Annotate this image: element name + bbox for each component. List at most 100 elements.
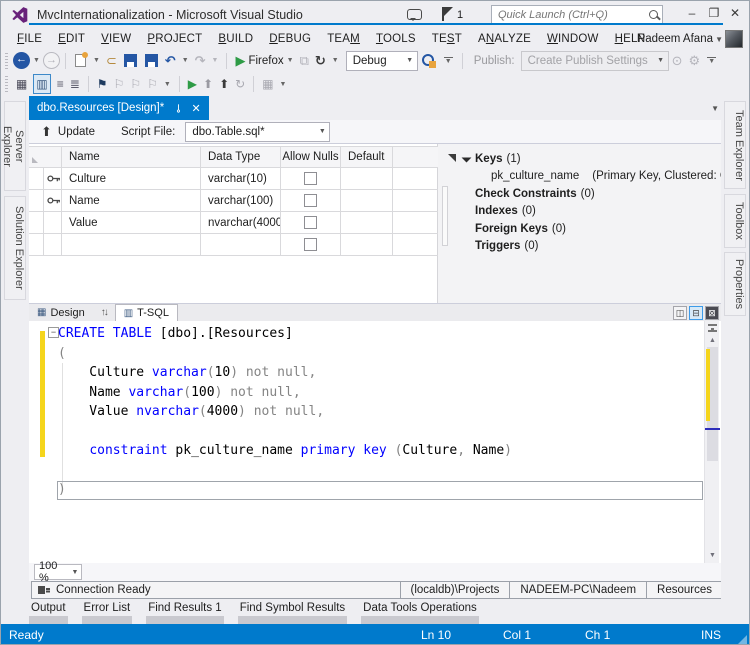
code-line[interactable] [58, 500, 703, 520]
pin-tab-icon[interactable]: ⊸ [172, 103, 185, 112]
redo-icon[interactable]: ↷ [195, 52, 206, 69]
tool-tab-output[interactable]: Output [29, 599, 68, 624]
navigate-back-button[interactable]: ← [13, 52, 30, 69]
row-selector-cell[interactable] [29, 168, 44, 190]
publish-database-icon[interactable]: ⬆ [219, 75, 229, 93]
column-name-cell[interactable]: Culture [62, 168, 201, 190]
side-tab-team-explorer[interactable]: Team Explorer [724, 101, 746, 189]
new-item-caret[interactable]: ▼ [93, 57, 100, 64]
grid-column-header[interactable]: Data Type [201, 146, 281, 168]
script-file-combo[interactable]: dbo.Table.sql*▼ [185, 122, 330, 142]
results-grid-icon[interactable]: ▦ [262, 75, 273, 93]
table-row[interactable]: Valuenvarchar(4000) [29, 212, 438, 234]
vertical-split-button[interactable]: ◫ [673, 306, 687, 320]
allow-nulls-checkbox[interactable] [304, 172, 317, 185]
undo-icon[interactable]: ↶ [165, 52, 176, 69]
column-name-cell[interactable]: Name [62, 190, 201, 212]
tab-design[interactable]: ▦ Design [29, 304, 93, 322]
row-selector-cell[interactable] [29, 234, 44, 256]
menu-build[interactable]: BUILD [210, 31, 261, 47]
default-cell[interactable] [341, 190, 393, 212]
zoom-level-combo[interactable]: 100 %▼ [34, 564, 82, 580]
tree-child-item[interactable]: pk_culture_name(Primary Key, Clustered: … [457, 168, 723, 186]
row-selector-cell[interactable] [29, 190, 44, 212]
side-tab-server-explorer[interactable]: Server Explorer [4, 101, 26, 191]
feedback-bubble-icon[interactable] [407, 9, 422, 20]
tree-item-triggers[interactable]: Triggers(0) [457, 238, 723, 256]
table-row[interactable]: Culturevarchar(10) [29, 168, 438, 190]
splitter-grip-icon[interactable] [708, 324, 717, 332]
tool-tab-find-symbol-results[interactable]: Find Symbol Results [238, 599, 347, 624]
data-type-cell[interactable]: varchar(10) [201, 168, 281, 190]
toolbar-overflow-button[interactable]: ▼ [444, 57, 453, 65]
tree-item-check-constraints[interactable]: Check Constraints(0) [457, 185, 723, 203]
minimize-button[interactable]: – [683, 5, 701, 23]
run-target-caret[interactable]: ▼ [287, 57, 294, 64]
close-button[interactable]: ✕ [726, 5, 744, 23]
menu-project[interactable]: PROJECT [139, 31, 210, 47]
view-designer-icon[interactable]: ▦ [16, 75, 27, 93]
quick-launch-box[interactable] [491, 5, 663, 25]
code-line[interactable]: constraint pk_culture_name primary key (… [58, 441, 703, 461]
update-database-icon[interactable]: ⬆ [203, 75, 213, 93]
grid-corner-cell[interactable] [29, 146, 62, 168]
menu-view[interactable]: VIEW [93, 31, 139, 47]
menu-file[interactable]: FILE [9, 31, 50, 47]
refresh-browser-icon[interactable]: ↻ [315, 52, 326, 69]
publish-combo[interactable]: Create Publish Settings▼ [521, 51, 669, 71]
fully-qualify-names-icon[interactable]: ≣ [70, 75, 80, 93]
new-item-icon[interactable] [75, 54, 86, 67]
tree-item-keys[interactable]: Keys(1) [457, 150, 723, 168]
start-debug-icon[interactable]: ▶ [235, 52, 245, 69]
dropdown-caret[interactable]: ▼ [164, 81, 171, 88]
close-tab-icon[interactable]: ✕ [191, 102, 200, 115]
grid-column-header[interactable]: Default [341, 146, 393, 168]
menu-tools[interactable]: TOOLS [368, 31, 424, 47]
column-name-cell[interactable]: Value [62, 212, 201, 234]
expand-wildcards-icon[interactable]: ≡ [57, 75, 64, 93]
publish-settings-gear-icon[interactable]: ⚙ [689, 52, 701, 69]
bookmark-icon[interactable]: ⚑ [97, 75, 108, 93]
allow-nulls-checkbox[interactable] [304, 194, 317, 207]
menu-edit[interactable]: EDIT [50, 31, 93, 47]
horizontal-split-button[interactable]: ⊟ [689, 306, 703, 320]
grid-column-header[interactable]: Name [62, 146, 201, 168]
code-line[interactable]: Culture varchar(10) not null, [58, 363, 703, 383]
user-avatar[interactable] [725, 30, 743, 48]
menu-test[interactable]: TEST [424, 31, 470, 47]
execute-query-icon[interactable]: ▶ [188, 75, 197, 93]
undo-caret[interactable]: ▼ [182, 57, 189, 64]
dropdown-caret[interactable]: ▼ [280, 81, 287, 88]
allow-nulls-checkbox[interactable] [304, 238, 317, 251]
resize-grip[interactable] [738, 635, 747, 644]
tab-dbo-resources-design[interactable]: dbo.Resources [Design]* ⊸ ✕ [29, 96, 209, 120]
menu-debug[interactable]: DEBUG [261, 31, 319, 47]
default-cell[interactable] [341, 168, 393, 190]
update-button[interactable]: Update [58, 126, 95, 138]
scroll-up-arrow[interactable]: ▲ [705, 337, 720, 344]
view-script-icon[interactable]: ▥ [33, 74, 50, 94]
quick-launch-input[interactable] [492, 9, 647, 21]
code-line[interactable]: ( [58, 344, 703, 364]
code-line[interactable]: Name varchar(100) not null, [58, 383, 703, 403]
splitter-arrow-icon[interactable] [448, 154, 456, 162]
data-type-cell[interactable]: varchar(100) [201, 190, 281, 212]
scroll-down-arrow[interactable]: ▼ [705, 552, 720, 559]
refresh-caret[interactable]: ▼ [332, 57, 339, 64]
open-file-icon[interactable]: ⊂ [106, 52, 117, 69]
swap-panes-icon[interactable]: ↑↓ [101, 307, 107, 318]
grid-column-header[interactable]: Allow Nulls [281, 146, 341, 168]
tool-tab-find-results-1[interactable]: Find Results 1 [146, 599, 224, 624]
navigate-forward-button[interactable]: → [43, 52, 60, 69]
code-line[interactable] [58, 422, 703, 442]
tree-item-indexes[interactable]: Indexes(0) [457, 203, 723, 221]
notifications-flag-icon[interactable] [441, 7, 453, 21]
publish-profile-icon[interactable]: ⊙ [672, 52, 683, 69]
find-in-files-icon[interactable] [421, 53, 437, 69]
clear-bookmarks-icon[interactable]: ⚐ [147, 75, 158, 93]
code-line[interactable]: CREATE TABLE [dbo].[Resources] [58, 324, 703, 344]
maximize-button[interactable]: ❐ [705, 5, 723, 23]
refresh-icon[interactable]: ↻ [235, 75, 245, 93]
next-bookmark-icon[interactable]: ⚐ [130, 75, 141, 93]
toolbar-grip[interactable] [5, 76, 8, 92]
